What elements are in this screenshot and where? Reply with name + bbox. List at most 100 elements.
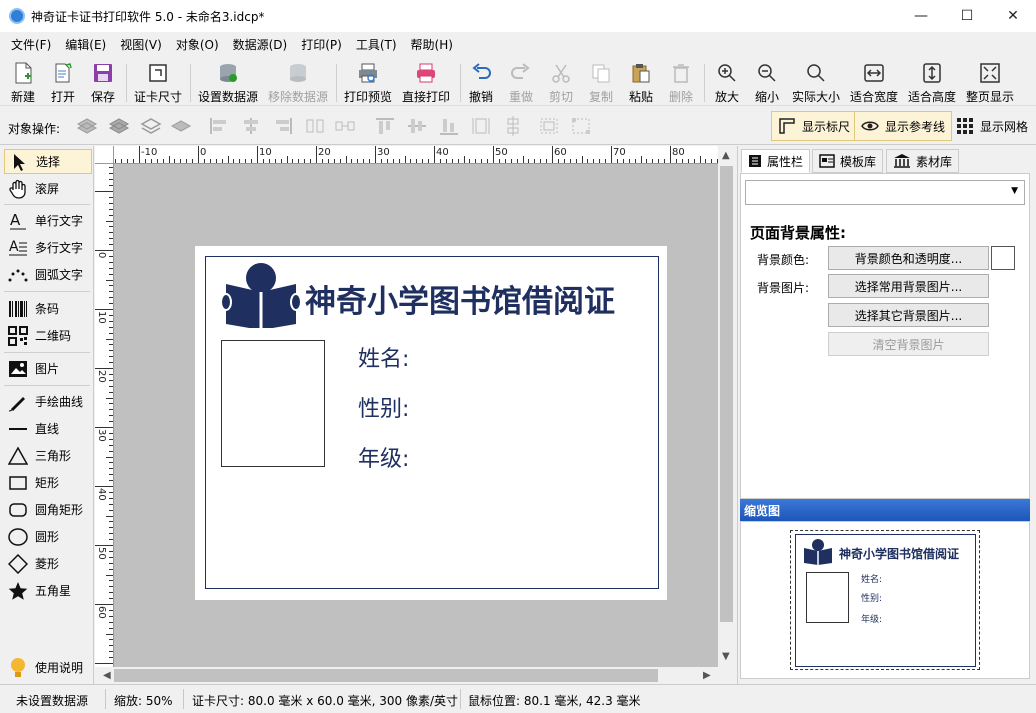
- name-field-label[interactable]: 姓名:: [358, 341, 409, 373]
- photo-placeholder[interactable]: [221, 340, 325, 467]
- same-height-icon[interactable]: [502, 116, 524, 136]
- align-center-icon[interactable]: [240, 116, 262, 136]
- tool-rounded-rect[interactable]: 圆角矩形: [4, 497, 92, 522]
- scroll-down-arrow-icon[interactable]: ▼: [722, 651, 730, 662]
- direct-print-button[interactable]: 直接打印: [400, 61, 452, 105]
- show-guides-toggle[interactable]: 显示参考线: [854, 111, 953, 141]
- set-datasource-button[interactable]: 设置数据源: [196, 61, 260, 105]
- undo-button[interactable]: 撤销: [466, 61, 496, 105]
- ruler-tick: [144, 159, 146, 163]
- menu-object[interactable]: 对象(O): [169, 36, 226, 53]
- tool-triangle[interactable]: 三角形: [4, 443, 92, 468]
- vertical-ruler[interactable]: 0 10 20 30 40 50 60: [95, 164, 114, 667]
- align-left-icon[interactable]: [208, 116, 230, 136]
- cut-button[interactable]: 剪切: [546, 61, 576, 105]
- ungroup-icon[interactable]: [570, 116, 592, 136]
- scroll-right-arrow-icon[interactable]: ▶: [703, 670, 711, 681]
- horizontal-ruler[interactable]: -10 0 10 20 30 40 50 60 70 80: [114, 146, 718, 164]
- align-middle-icon[interactable]: [406, 116, 428, 136]
- library-reader-logo-icon[interactable]: [220, 262, 302, 328]
- grade-field-label[interactable]: 年级:: [358, 441, 409, 473]
- tool-ellipse[interactable]: 圆形: [4, 524, 92, 549]
- gender-field-label[interactable]: 性别:: [358, 391, 409, 423]
- show-ruler-toggle[interactable]: 显示标尺: [771, 111, 858, 141]
- distribute-vertical-icon[interactable]: [334, 116, 356, 136]
- align-right-icon[interactable]: [272, 116, 294, 136]
- distribute-horizontal-icon[interactable]: [304, 116, 326, 136]
- bring-forward-icon[interactable]: [76, 116, 98, 136]
- menu-tools[interactable]: 工具(T): [349, 36, 404, 53]
- scroll-left-arrow-icon[interactable]: ◀: [103, 670, 111, 681]
- ruler-tick: [280, 159, 282, 163]
- actual-size-button[interactable]: 实际大小: [790, 61, 842, 105]
- fit-height-button[interactable]: 适合高度: [906, 61, 958, 105]
- vertical-scroll-thumb[interactable]: [720, 166, 733, 622]
- tool-diamond[interactable]: 菱形: [4, 551, 92, 576]
- new-button[interactable]: 新建: [8, 61, 38, 105]
- tool-star[interactable]: 五角星: [4, 578, 92, 603]
- send-to-back-icon[interactable]: [170, 116, 192, 136]
- clear-bg-button[interactable]: 清空背景图片: [828, 332, 989, 356]
- menu-print[interactable]: 打印(P): [294, 36, 349, 53]
- tool-rectangle[interactable]: 矩形: [4, 470, 92, 495]
- minimize-button[interactable]: —: [898, 0, 944, 32]
- arc-text-icon: [7, 264, 29, 286]
- bring-to-front-icon[interactable]: [108, 116, 130, 136]
- choose-common-bg-button[interactable]: 选择常用背景图片...: [828, 274, 989, 298]
- tool-multi-text[interactable]: A 多行文字: [4, 235, 92, 260]
- align-top-icon[interactable]: [374, 116, 396, 136]
- menu-datasource[interactable]: 数据源(D): [226, 36, 295, 53]
- fit-width-button[interactable]: 适合宽度: [848, 61, 900, 105]
- bg-color-button[interactable]: 背景颜色和透明度...: [828, 246, 989, 270]
- horizontal-scroll-thumb[interactable]: [114, 669, 658, 682]
- choose-other-bg-button[interactable]: 选择其它背景图片...: [828, 303, 989, 327]
- tab-properties[interactable]: 属性栏: [741, 149, 811, 173]
- fit-page-button[interactable]: 整页显示: [964, 61, 1016, 105]
- remove-datasource-button[interactable]: 移除数据源: [266, 61, 330, 105]
- paste-button[interactable]: 粘贴: [626, 61, 656, 105]
- tool-select[interactable]: 选择: [4, 149, 92, 174]
- scroll-up-arrow-icon[interactable]: ▲: [722, 150, 730, 161]
- open-button[interactable]: 打开: [48, 61, 78, 105]
- group-icon[interactable]: [538, 116, 560, 136]
- tool-scroll[interactable]: 滚屏: [4, 176, 92, 201]
- send-backward-icon[interactable]: [140, 116, 162, 136]
- save-disk-icon: [91, 61, 115, 85]
- tool-single-text[interactable]: A 单行文字: [4, 208, 92, 233]
- tool-arc-text[interactable]: 圆弧文字: [4, 262, 92, 287]
- zoom-in-button[interactable]: 放大: [712, 61, 742, 105]
- delete-button[interactable]: 删除: [666, 61, 696, 105]
- card-title[interactable]: 神奇小学图书馆借阅证: [305, 276, 615, 321]
- tab-templates[interactable]: 模板库: [812, 149, 884, 173]
- ruler-label: 60: [96, 606, 107, 619]
- save-button[interactable]: 保存: [88, 61, 118, 105]
- thumbnail-card[interactable]: 神奇小学图书馆借阅证 姓名: 性别: 年级:: [790, 530, 980, 670]
- tool-freehand[interactable]: 手绘曲线: [4, 389, 92, 414]
- same-width-icon[interactable]: [470, 116, 492, 136]
- maximize-button[interactable]: ☐: [944, 0, 990, 32]
- tool-barcode[interactable]: 条码: [4, 296, 92, 321]
- tool-image[interactable]: 图片: [4, 356, 92, 381]
- show-grid-toggle[interactable]: 显示网格: [950, 111, 1034, 141]
- close-button[interactable]: ✕: [990, 0, 1036, 32]
- id-card[interactable]: 神奇小学图书馆借阅证 姓名: 性别: 年级:: [195, 246, 667, 600]
- align-bottom-icon[interactable]: [438, 116, 460, 136]
- card-size-button[interactable]: 证卡尺寸: [132, 61, 184, 105]
- menu-view[interactable]: 视图(V): [113, 36, 169, 53]
- zoom-out-button[interactable]: 缩小: [752, 61, 782, 105]
- tool-line[interactable]: 直线: [4, 416, 92, 441]
- menu-file[interactable]: 文件(F): [4, 36, 58, 53]
- tool-qrcode[interactable]: 二维码: [4, 323, 92, 348]
- ruler-label: 20: [96, 370, 107, 383]
- menu-help[interactable]: 帮助(H): [404, 36, 460, 53]
- print-preview-button[interactable]: 打印预览: [342, 61, 394, 105]
- design-canvas[interactable]: 神奇小学图书馆借阅证 姓名: 性别: 年级:: [114, 164, 718, 667]
- help-guide-button[interactable]: 使用说明: [4, 655, 92, 680]
- copy-button[interactable]: 复制: [586, 61, 616, 105]
- menu-edit[interactable]: 编辑(E): [58, 36, 113, 53]
- bg-color-swatch[interactable]: [991, 246, 1015, 270]
- object-selector-dropdown[interactable]: ▼: [745, 180, 1025, 205]
- ruler-tick: [416, 159, 418, 163]
- tab-assets[interactable]: 素材库: [886, 149, 960, 173]
- redo-button[interactable]: 重做: [506, 61, 536, 105]
